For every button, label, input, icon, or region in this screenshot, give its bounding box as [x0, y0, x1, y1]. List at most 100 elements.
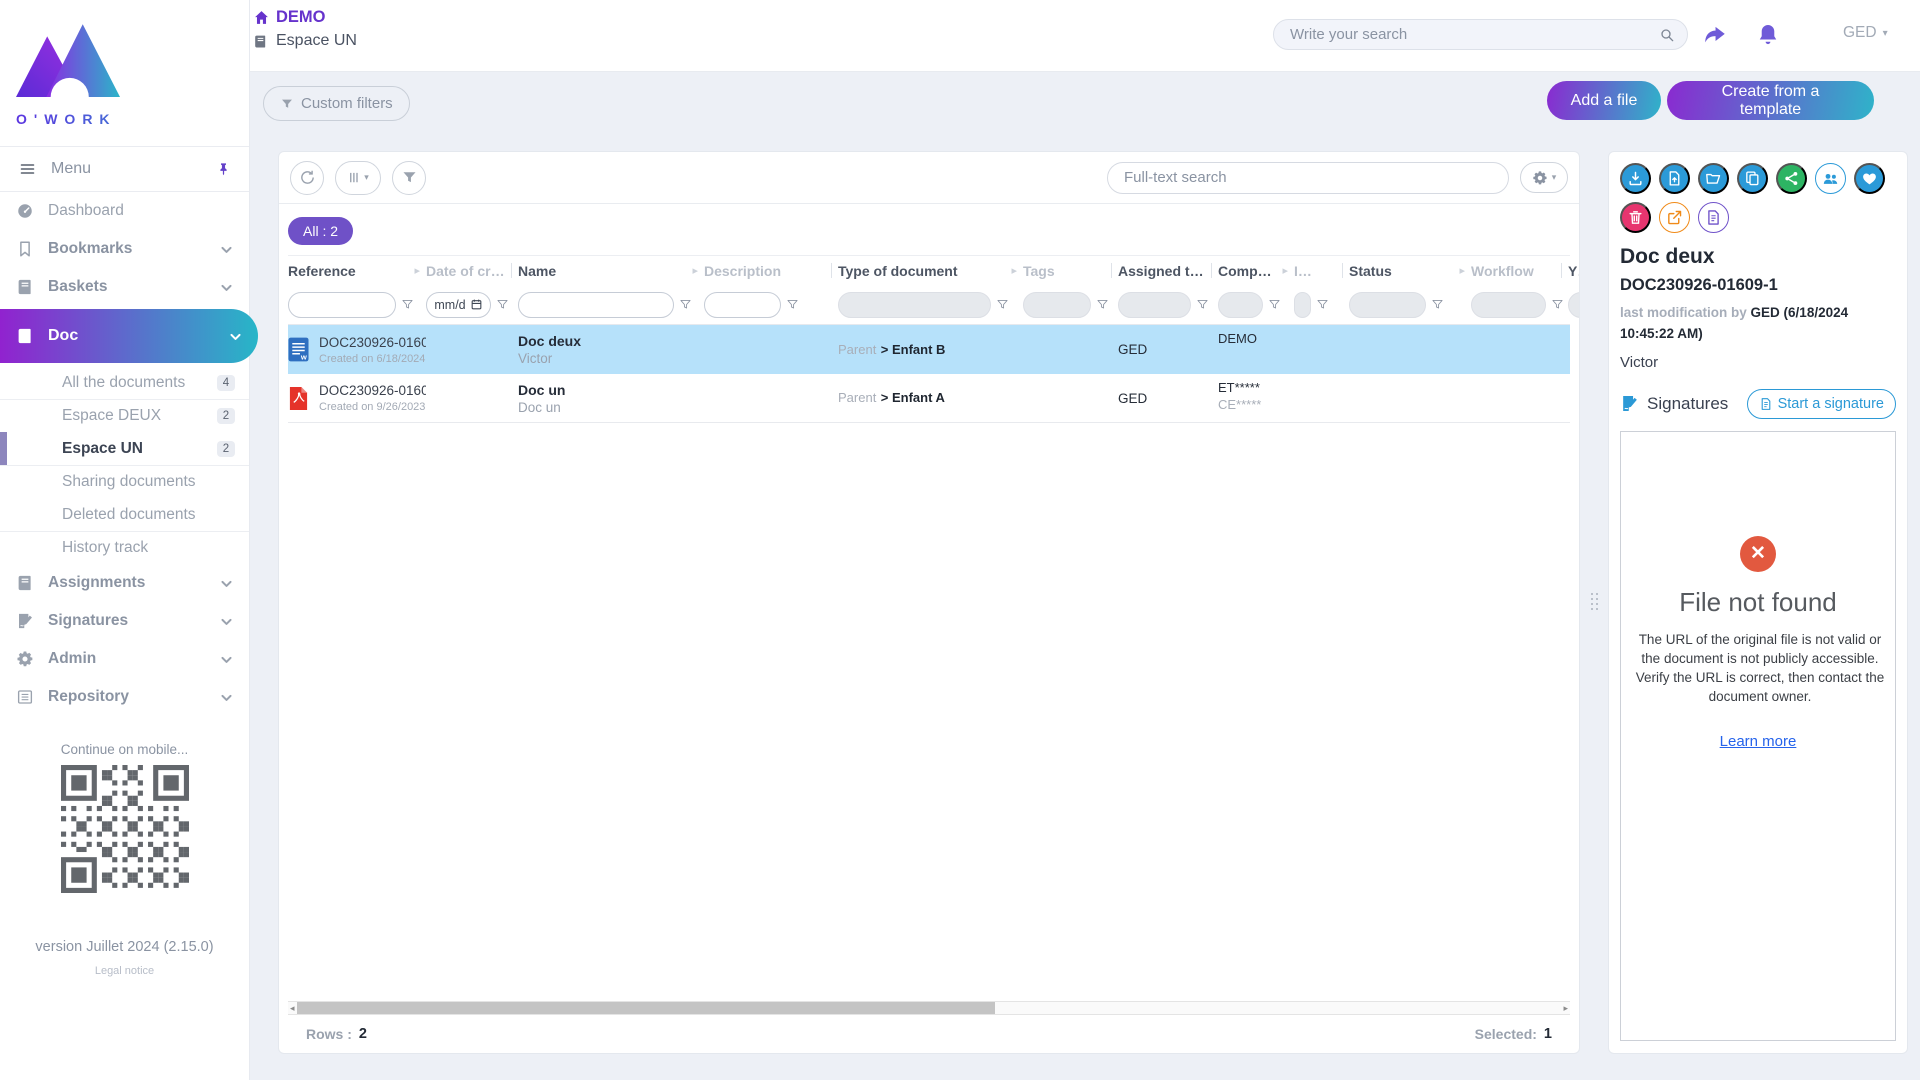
scroll-left-arrow-icon[interactable]: ◂ — [290, 1003, 295, 1014]
filter-funnel-icon[interactable] — [1196, 298, 1209, 311]
filter-funnel-icon[interactable] — [1431, 298, 1444, 311]
filter-funnel-icon[interactable] — [996, 298, 1009, 311]
cell: Parent > Enfant B — [838, 325, 1023, 374]
users-action-button[interactable] — [1815, 163, 1846, 194]
hamburger-icon[interactable] — [18, 161, 37, 177]
column-header-status[interactable]: Status▸ — [1349, 256, 1471, 285]
filter-input-tags — [1023, 292, 1091, 318]
sidebar-item-bookmarks[interactable]: Bookmarks — [0, 230, 249, 268]
add-file-button[interactable]: Add a file — [1547, 81, 1661, 120]
fileup-action-button[interactable] — [1659, 163, 1690, 194]
global-search-input[interactable] — [1290, 26, 1659, 43]
sidebar-subitem-espace-deux[interactable]: Espace DEUX2 — [0, 399, 249, 432]
custom-filters-button[interactable]: Custom filters — [263, 86, 410, 121]
filter-funnel-icon[interactable] — [1096, 298, 1109, 311]
column-header-assigned-t[interactable]: Assigned t… — [1118, 256, 1218, 285]
create-from-template-button[interactable]: Create from a template — [1667, 81, 1874, 120]
row-assigned: GED — [1118, 391, 1147, 406]
sidebar-subitem-espace-un[interactable]: Espace UN2 — [0, 432, 249, 465]
filter-input-description[interactable] — [704, 292, 781, 318]
docfile-action-button[interactable] — [1698, 202, 1729, 233]
column-header-tags[interactable]: Tags — [1023, 256, 1118, 285]
filters-button[interactable] — [392, 161, 426, 195]
column-header-name[interactable]: Name▸ — [518, 256, 704, 285]
pin-sidebar-icon[interactable] — [216, 161, 231, 177]
cell: Doc deuxVictor — [518, 325, 704, 374]
filter-funnel-icon[interactable] — [496, 298, 509, 311]
sidebar-item-assignments[interactable]: Assignments — [0, 564, 249, 602]
trash-action-button[interactable] — [1620, 202, 1651, 233]
sidebar-subitem-deleted-documents[interactable]: Deleted documents — [0, 498, 249, 531]
app-logo[interactable]: O'WORK — [0, 0, 249, 146]
column-header-i[interactable]: I… — [1294, 256, 1349, 285]
column-header-workflow[interactable]: Workflow — [1471, 256, 1568, 285]
cell: I — [1568, 374, 1579, 422]
sidebar-subitem-all-the-documents[interactable]: All the documents4 — [0, 366, 249, 399]
filter-funnel-icon[interactable] — [1551, 298, 1564, 311]
filter-funnel-icon[interactable] — [1316, 298, 1329, 311]
sidebar-item-doc[interactable]: Doc — [0, 309, 258, 363]
column-divider — [831, 263, 832, 278]
cell — [426, 374, 518, 422]
horizontal-scrollbar[interactable]: ◂ ▸ — [288, 1001, 1570, 1015]
column-header-y[interactable]: Y… — [1568, 256, 1579, 285]
sidebar-item-signatures[interactable]: Signatures — [0, 602, 249, 640]
external-action-button[interactable] — [1659, 202, 1690, 233]
filter-funnel-icon[interactable] — [1268, 298, 1281, 311]
search-icon[interactable] — [1659, 27, 1675, 43]
refresh-button[interactable] — [290, 161, 324, 195]
filter-input-date-of-cr[interactable]: mm/d — [426, 292, 491, 318]
sidebar-subitem-history-track[interactable]: History track — [0, 531, 249, 564]
sidebar-item-admin[interactable]: Admin — [0, 640, 249, 678]
table-row-doc230926-01608-0[interactable]: DOC230926-01608-0Created on 9/26/2023 3:… — [288, 374, 1570, 423]
cell: ET*****CE***** — [1218, 374, 1294, 422]
sidebar-item-repository[interactable]: Repository — [0, 678, 249, 716]
columns-button[interactable]: ▾ — [335, 161, 381, 195]
chevron-down-icon — [220, 577, 233, 590]
sidebar-item-label: Admin — [48, 650, 206, 668]
filter-input-y — [1568, 292, 1579, 318]
filter-funnel-icon[interactable] — [679, 298, 692, 311]
fulltext-search-input[interactable] — [1124, 169, 1492, 186]
scroll-right-arrow-icon[interactable]: ▸ — [1563, 1003, 1568, 1014]
column-header-type-of-document[interactable]: Type of document▸ — [838, 256, 1023, 285]
filter-funnel-icon[interactable] — [786, 298, 799, 311]
learn-more-link[interactable]: Learn more — [1720, 733, 1797, 750]
sidebar-subitem-label: History track — [62, 539, 235, 557]
breadcrumb-space[interactable]: Espace UN — [253, 32, 357, 50]
error-message: The URL of the original file is not vali… — [1633, 631, 1887, 707]
table-settings-button[interactable]: ▾ — [1520, 162, 1568, 193]
filter-input-name[interactable] — [518, 292, 674, 318]
copy-action-button[interactable] — [1737, 163, 1768, 194]
download-action-button[interactable] — [1620, 163, 1651, 194]
share-icon[interactable] — [1702, 22, 1728, 48]
panel-resize-handle[interactable] — [1590, 586, 1598, 616]
column-label: I… — [1294, 263, 1342, 279]
table-toolbar: ▾ ▾ — [279, 152, 1579, 204]
filter-funnel-icon[interactable] — [401, 298, 414, 311]
sort-arrow-icon: ▸ — [1011, 264, 1023, 277]
column-header-description[interactable]: Description — [704, 256, 838, 285]
notifications-icon[interactable] — [1755, 22, 1781, 48]
column-header-date-of-cr[interactable]: Date of cr… — [426, 256, 518, 285]
user-menu[interactable]: GED ▾ — [1843, 24, 1888, 42]
sharenodes-action-button[interactable] — [1776, 163, 1807, 194]
breadcrumb-home[interactable]: DEMO — [253, 8, 357, 27]
table-row-doc230926-01609-1[interactable]: wDOC230926-01609-1Created on 6/18/2024 1… — [288, 325, 1570, 374]
sidebar-item-baskets[interactable]: Baskets — [0, 268, 249, 306]
start-signature-button[interactable]: Start a signature — [1747, 389, 1896, 419]
folder-action-button[interactable] — [1698, 163, 1729, 194]
filter-input-reference[interactable] — [288, 292, 396, 318]
legal-notice-link[interactable]: Legal notice — [0, 965, 249, 977]
sidebar-subitem-sharing-documents[interactable]: Sharing documents — [0, 465, 249, 498]
sidebar-item-dashboard[interactable]: Dashboard — [0, 192, 249, 230]
column-header-reference[interactable]: Reference▸ — [288, 256, 426, 285]
home-icon — [253, 9, 270, 26]
scrollbar-thumb[interactable] — [297, 1002, 995, 1014]
breadcrumb: DEMO Espace UN — [253, 8, 357, 50]
filter-badge-all[interactable]: All : 2 — [288, 217, 353, 245]
column-header-comp[interactable]: Comp…▸ — [1218, 256, 1294, 285]
menu-label: Menu — [51, 160, 202, 178]
calendar-icon[interactable] — [470, 298, 483, 311]
heart-action-button[interactable] — [1854, 163, 1885, 194]
